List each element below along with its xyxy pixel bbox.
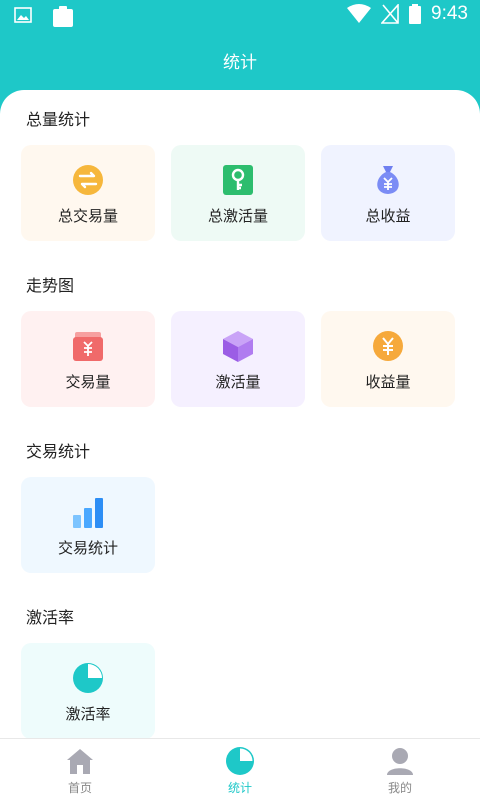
section-title-total: 总量统计 (26, 110, 91, 129)
card-label: 激活率 (65, 705, 111, 723)
wallet-icon (73, 332, 103, 361)
main-content: 总量统计 总交易量 总激活量 总收益 走势图 交易量 激活量 收益量 交易统计 … (0, 90, 480, 738)
money-bag-icon (377, 166, 399, 194)
card-total-revenue[interactable]: 总收益 (321, 145, 455, 241)
card-total-transactions[interactable]: 总交易量 (21, 145, 155, 241)
card-label: 交易统计 (57, 539, 118, 557)
card-label: 总收益 (365, 207, 411, 225)
page-title: 统计 (223, 52, 257, 73)
exchange-icon (73, 165, 103, 195)
yen-coin-icon (373, 331, 403, 361)
card-label: 总交易量 (57, 207, 118, 225)
card-total-activations[interactable]: 总激活量 (171, 145, 305, 241)
card-transaction-stats[interactable]: 交易统计 (21, 477, 155, 573)
nav-profile-label: 我的 (387, 781, 412, 795)
status-time: 9:43 (431, 3, 468, 24)
nav-home-label: 首页 (67, 781, 92, 795)
section-title-activation-rate: 激活率 (26, 608, 75, 627)
card-label: 激活量 (215, 373, 261, 391)
card-revenue[interactable]: 收益量 (321, 311, 455, 407)
nav-profile[interactable]: 我的 (360, 739, 440, 800)
clipboard-icon (53, 6, 73, 27)
nav-home[interactable]: 首页 (40, 739, 120, 800)
status-bar: 9:43 (0, 0, 480, 32)
box-icon (223, 331, 253, 362)
card-label: 交易量 (65, 373, 111, 391)
page-header: 统计 (0, 32, 480, 88)
section-title-transaction-stats: 交易统计 (26, 442, 91, 461)
section-title-trend: 走势图 (26, 276, 75, 295)
card-transactions[interactable]: 交易量 (21, 311, 155, 407)
bar-chart-icon (73, 498, 103, 528)
card-label: 总激活量 (207, 207, 268, 225)
nav-stats[interactable]: 统计 (200, 739, 280, 800)
nav-stats-label: 统计 (227, 781, 252, 795)
key-icon (223, 165, 253, 195)
no-signal-icon (381, 4, 399, 24)
user-icon (387, 748, 413, 775)
card-activation-rate[interactable]: 激活率 (21, 643, 155, 738)
pie-chart-icon (226, 747, 254, 775)
battery-icon (409, 4, 422, 24)
bottom-nav: 首页 统计 我的 (0, 738, 480, 800)
image-icon (14, 7, 32, 23)
wifi-icon (347, 4, 372, 23)
card-label: 收益量 (365, 373, 411, 391)
home-icon (67, 749, 93, 774)
card-activations[interactable]: 激活量 (171, 311, 305, 407)
pie-chart-icon (73, 663, 103, 693)
